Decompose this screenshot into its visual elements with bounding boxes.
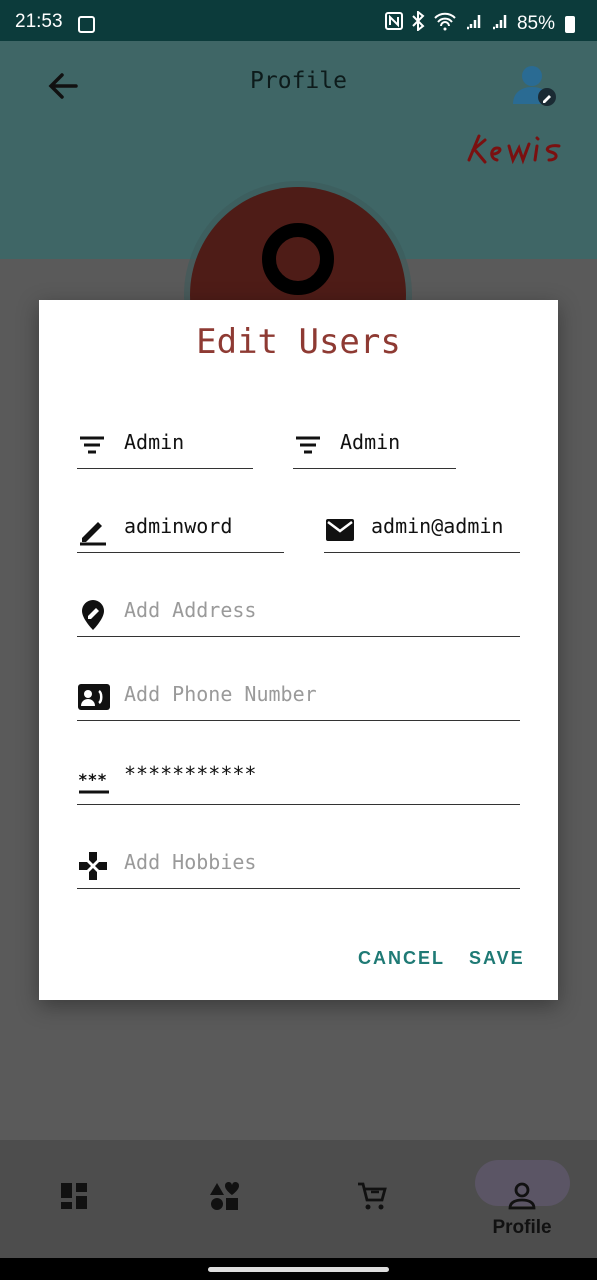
brand-logo [465, 130, 575, 170]
username-value: adminword [124, 514, 233, 538]
bottom-navigation: Profile [0, 1140, 597, 1258]
battery-icon [565, 15, 575, 33]
system-nav-bar [0, 1258, 597, 1280]
cancel-button[interactable]: CANCEL [358, 948, 445, 969]
nfc-icon [384, 12, 403, 36]
edit-user-icon[interactable] [510, 62, 558, 110]
password-field[interactable]: *** *********** [77, 756, 520, 805]
dialog-title: Edit Users [196, 322, 401, 362]
mail-icon [324, 514, 358, 544]
email-field[interactable]: admin@admin [324, 504, 520, 553]
address-field[interactable]: Add Address [77, 588, 520, 637]
hobbies-field[interactable]: Add Hobbies [77, 840, 520, 889]
nav-profile[interactable] [492, 1176, 552, 1220]
person-icon [507, 1181, 537, 1215]
hobbies-placeholder: Add Hobbies [124, 850, 257, 874]
filter-icon [293, 430, 327, 460]
battery-text: 85% [516, 13, 555, 34]
nav-categories[interactable] [194, 1176, 254, 1220]
edit-pencil-icon [77, 514, 111, 546]
signal-icon-2 [491, 12, 509, 36]
edit-users-dialog: Edit Users Admin Admin adminword admin@a… [39, 300, 558, 1000]
status-bar: 21:53 85% [0, 0, 597, 41]
cart-icon [356, 1180, 388, 1216]
page-title: Profile [250, 68, 347, 94]
address-placeholder: Add Address [124, 598, 257, 622]
wifi-icon [433, 11, 457, 37]
phone-field[interactable]: Add Phone Number [77, 672, 520, 721]
phone-placeholder: Add Phone Number [124, 682, 317, 706]
svg-text:***: *** [78, 770, 107, 789]
nav-dashboard[interactable] [44, 1176, 104, 1220]
first-name-field[interactable]: Admin [77, 420, 253, 469]
save-button[interactable]: SAVE [469, 948, 525, 969]
username-field[interactable]: adminword [77, 504, 284, 553]
location-edit-icon [77, 598, 111, 630]
home-handle[interactable] [208, 1267, 389, 1272]
nav-profile-label: Profile [492, 1217, 552, 1238]
bluetooth-icon [411, 9, 425, 37]
status-icons: 85% [384, 9, 575, 37]
last-name-value: Admin [340, 430, 401, 454]
last-name-field[interactable]: Admin [293, 420, 456, 469]
contact-phone-icon [77, 682, 111, 712]
first-name-value: Admin [124, 430, 185, 454]
signal-icon-1 [465, 12, 483, 36]
password-value: *********** [124, 762, 257, 786]
status-time: 21:53 [15, 11, 63, 32]
email-value: admin@admin [371, 514, 504, 538]
nav-cart[interactable] [342, 1176, 402, 1220]
categories-icon [208, 1181, 240, 1215]
password-icon: *** [77, 766, 111, 796]
dashboard-icon [59, 1181, 89, 1215]
filter-icon [77, 430, 111, 460]
image-notification-icon [78, 16, 95, 33]
gamepad-icon [77, 850, 111, 880]
avatar-ring-icon [262, 223, 334, 295]
